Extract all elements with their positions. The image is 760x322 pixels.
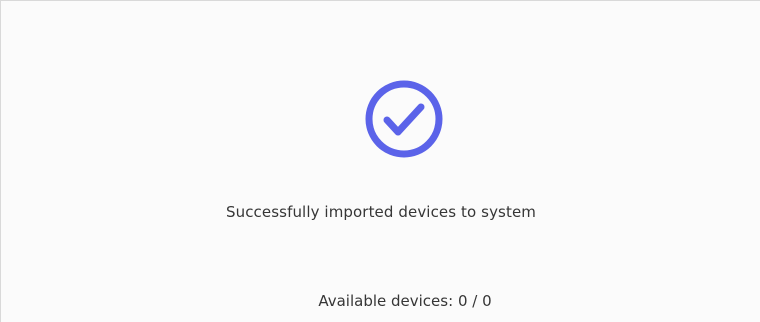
available-devices-separator: /	[472, 292, 478, 310]
import-success-panel: Successfully imported devices to system …	[0, 0, 760, 322]
available-devices-value: 0	[457, 292, 468, 310]
available-devices-count: Available devices: 0 / 0	[1, 290, 760, 312]
total-devices-value: 0	[482, 292, 492, 310]
success-message: Successfully imported devices to system	[225, 203, 536, 221]
check-circle-icon	[363, 78, 445, 160]
available-devices-label: Available devices:	[318, 292, 454, 310]
